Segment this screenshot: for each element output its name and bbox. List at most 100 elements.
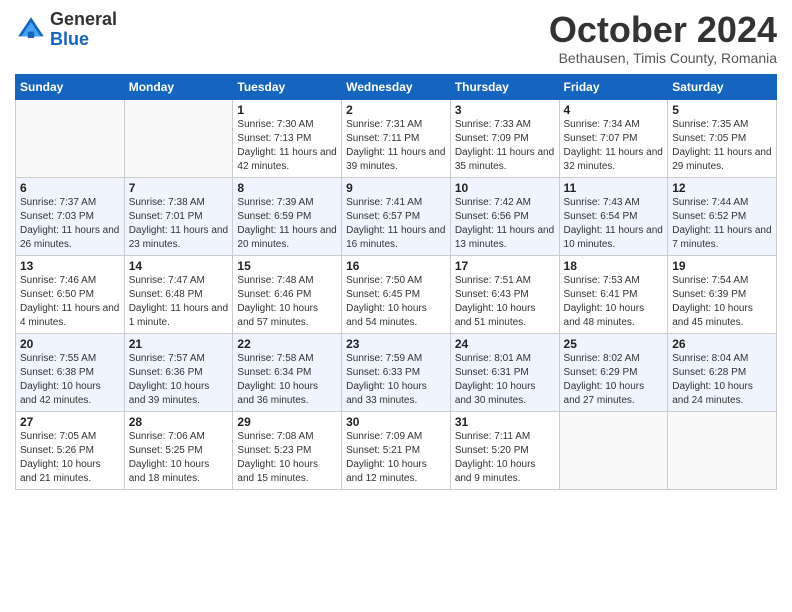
day-info: Sunrise: 7:08 AMSunset: 5:23 PMDaylight:… [237, 430, 337, 486]
calendar-day-empty [668, 411, 777, 489]
day-number: 28 [129, 415, 229, 429]
calendar-day-26: 26Sunrise: 8:04 AMSunset: 6:28 PMDayligh… [668, 333, 777, 411]
day-number: 8 [237, 181, 337, 195]
day-info: Sunrise: 7:57 AMSunset: 6:36 PMDaylight:… [129, 352, 229, 408]
calendar-day-18: 18Sunrise: 7:53 AMSunset: 6:41 PMDayligh… [559, 255, 668, 333]
day-number: 11 [564, 181, 664, 195]
day-info: Sunrise: 7:58 AMSunset: 6:34 PMDaylight:… [237, 352, 337, 408]
calendar-day-3: 3Sunrise: 7:33 AMSunset: 7:09 PMDaylight… [450, 99, 559, 177]
day-number: 12 [672, 181, 772, 195]
calendar-day-13: 13Sunrise: 7:46 AMSunset: 6:50 PMDayligh… [16, 255, 125, 333]
logo-text: General Blue [50, 10, 117, 50]
day-number: 6 [20, 181, 120, 195]
weekday-header-sunday: Sunday [16, 74, 125, 99]
calendar-day-5: 5Sunrise: 7:35 AMSunset: 7:05 PMDaylight… [668, 99, 777, 177]
calendar-day-9: 9Sunrise: 7:41 AMSunset: 6:57 PMDaylight… [342, 177, 451, 255]
day-info: Sunrise: 7:35 AMSunset: 7:05 PMDaylight:… [672, 118, 772, 174]
day-info: Sunrise: 7:51 AMSunset: 6:43 PMDaylight:… [455, 274, 555, 330]
day-info: Sunrise: 7:06 AMSunset: 5:25 PMDaylight:… [129, 430, 229, 486]
calendar-day-16: 16Sunrise: 7:50 AMSunset: 6:45 PMDayligh… [342, 255, 451, 333]
calendar-day-10: 10Sunrise: 7:42 AMSunset: 6:56 PMDayligh… [450, 177, 559, 255]
day-number: 2 [346, 103, 446, 117]
day-number: 26 [672, 337, 772, 351]
day-info: Sunrise: 7:34 AMSunset: 7:07 PMDaylight:… [564, 118, 664, 174]
day-info: Sunrise: 7:55 AMSunset: 6:38 PMDaylight:… [20, 352, 120, 408]
calendar-day-4: 4Sunrise: 7:34 AMSunset: 7:07 PMDaylight… [559, 99, 668, 177]
calendar-day-29: 29Sunrise: 7:08 AMSunset: 5:23 PMDayligh… [233, 411, 342, 489]
day-info: Sunrise: 8:04 AMSunset: 6:28 PMDaylight:… [672, 352, 772, 408]
calendar-day-8: 8Sunrise: 7:39 AMSunset: 6:59 PMDaylight… [233, 177, 342, 255]
day-number: 23 [346, 337, 446, 351]
day-number: 15 [237, 259, 337, 273]
day-info: Sunrise: 7:33 AMSunset: 7:09 PMDaylight:… [455, 118, 555, 174]
weekday-header-thursday: Thursday [450, 74, 559, 99]
day-info: Sunrise: 7:59 AMSunset: 6:33 PMDaylight:… [346, 352, 446, 408]
title-block: October 2024 Bethausen, Timis County, Ro… [549, 10, 777, 66]
day-number: 20 [20, 337, 120, 351]
calendar-day-17: 17Sunrise: 7:51 AMSunset: 6:43 PMDayligh… [450, 255, 559, 333]
day-info: Sunrise: 7:39 AMSunset: 6:59 PMDaylight:… [237, 196, 337, 252]
calendar-day-25: 25Sunrise: 8:02 AMSunset: 6:29 PMDayligh… [559, 333, 668, 411]
calendar-day-15: 15Sunrise: 7:48 AMSunset: 6:46 PMDayligh… [233, 255, 342, 333]
day-number: 4 [564, 103, 664, 117]
day-info: Sunrise: 7:11 AMSunset: 5:20 PMDaylight:… [455, 430, 555, 486]
weekday-header-wednesday: Wednesday [342, 74, 451, 99]
logo-blue: Blue [50, 30, 117, 50]
calendar-day-empty [16, 99, 125, 177]
calendar-day-7: 7Sunrise: 7:38 AMSunset: 7:01 PMDaylight… [124, 177, 233, 255]
calendar-week-row: 1Sunrise: 7:30 AMSunset: 7:13 PMDaylight… [16, 99, 777, 177]
header: General Blue October 2024 Bethausen, Tim… [15, 10, 777, 66]
day-number: 30 [346, 415, 446, 429]
day-info: Sunrise: 7:41 AMSunset: 6:57 PMDaylight:… [346, 196, 446, 252]
calendar-day-19: 19Sunrise: 7:54 AMSunset: 6:39 PMDayligh… [668, 255, 777, 333]
day-number: 24 [455, 337, 555, 351]
calendar-day-empty [559, 411, 668, 489]
day-info: Sunrise: 7:31 AMSunset: 7:11 PMDaylight:… [346, 118, 446, 174]
month-title: October 2024 [549, 10, 777, 50]
day-number: 1 [237, 103, 337, 117]
calendar-day-2: 2Sunrise: 7:31 AMSunset: 7:11 PMDaylight… [342, 99, 451, 177]
calendar-day-empty [124, 99, 233, 177]
day-number: 9 [346, 181, 446, 195]
calendar-week-row: 20Sunrise: 7:55 AMSunset: 6:38 PMDayligh… [16, 333, 777, 411]
day-number: 19 [672, 259, 772, 273]
day-info: Sunrise: 7:38 AMSunset: 7:01 PMDaylight:… [129, 196, 229, 252]
location-subtitle: Bethausen, Timis County, Romania [549, 50, 777, 66]
day-info: Sunrise: 8:02 AMSunset: 6:29 PMDaylight:… [564, 352, 664, 408]
day-info: Sunrise: 7:46 AMSunset: 6:50 PMDaylight:… [20, 274, 120, 330]
logo-icon [15, 14, 47, 46]
day-number: 7 [129, 181, 229, 195]
day-info: Sunrise: 7:05 AMSunset: 5:26 PMDaylight:… [20, 430, 120, 486]
day-info: Sunrise: 7:44 AMSunset: 6:52 PMDaylight:… [672, 196, 772, 252]
calendar-day-12: 12Sunrise: 7:44 AMSunset: 6:52 PMDayligh… [668, 177, 777, 255]
day-info: Sunrise: 7:47 AMSunset: 6:48 PMDaylight:… [129, 274, 229, 330]
calendar-day-1: 1Sunrise: 7:30 AMSunset: 7:13 PMDaylight… [233, 99, 342, 177]
weekday-header-saturday: Saturday [668, 74, 777, 99]
day-info: Sunrise: 7:50 AMSunset: 6:45 PMDaylight:… [346, 274, 446, 330]
weekday-header-row: SundayMondayTuesdayWednesdayThursdayFrid… [16, 74, 777, 99]
day-info: Sunrise: 8:01 AMSunset: 6:31 PMDaylight:… [455, 352, 555, 408]
day-number: 21 [129, 337, 229, 351]
calendar-day-23: 23Sunrise: 7:59 AMSunset: 6:33 PMDayligh… [342, 333, 451, 411]
logo: General Blue [15, 10, 117, 50]
calendar-day-22: 22Sunrise: 7:58 AMSunset: 6:34 PMDayligh… [233, 333, 342, 411]
day-number: 3 [455, 103, 555, 117]
day-number: 27 [20, 415, 120, 429]
day-info: Sunrise: 7:54 AMSunset: 6:39 PMDaylight:… [672, 274, 772, 330]
day-info: Sunrise: 7:48 AMSunset: 6:46 PMDaylight:… [237, 274, 337, 330]
page: General Blue October 2024 Bethausen, Tim… [0, 0, 792, 612]
day-number: 14 [129, 259, 229, 273]
calendar-day-11: 11Sunrise: 7:43 AMSunset: 6:54 PMDayligh… [559, 177, 668, 255]
weekday-header-friday: Friday [559, 74, 668, 99]
calendar-day-24: 24Sunrise: 8:01 AMSunset: 6:31 PMDayligh… [450, 333, 559, 411]
logo-general: General [50, 10, 117, 30]
calendar-day-20: 20Sunrise: 7:55 AMSunset: 6:38 PMDayligh… [16, 333, 125, 411]
day-number: 16 [346, 259, 446, 273]
day-number: 31 [455, 415, 555, 429]
calendar-week-row: 27Sunrise: 7:05 AMSunset: 5:26 PMDayligh… [16, 411, 777, 489]
day-info: Sunrise: 7:53 AMSunset: 6:41 PMDaylight:… [564, 274, 664, 330]
calendar-day-21: 21Sunrise: 7:57 AMSunset: 6:36 PMDayligh… [124, 333, 233, 411]
day-number: 22 [237, 337, 337, 351]
weekday-header-tuesday: Tuesday [233, 74, 342, 99]
day-number: 25 [564, 337, 664, 351]
